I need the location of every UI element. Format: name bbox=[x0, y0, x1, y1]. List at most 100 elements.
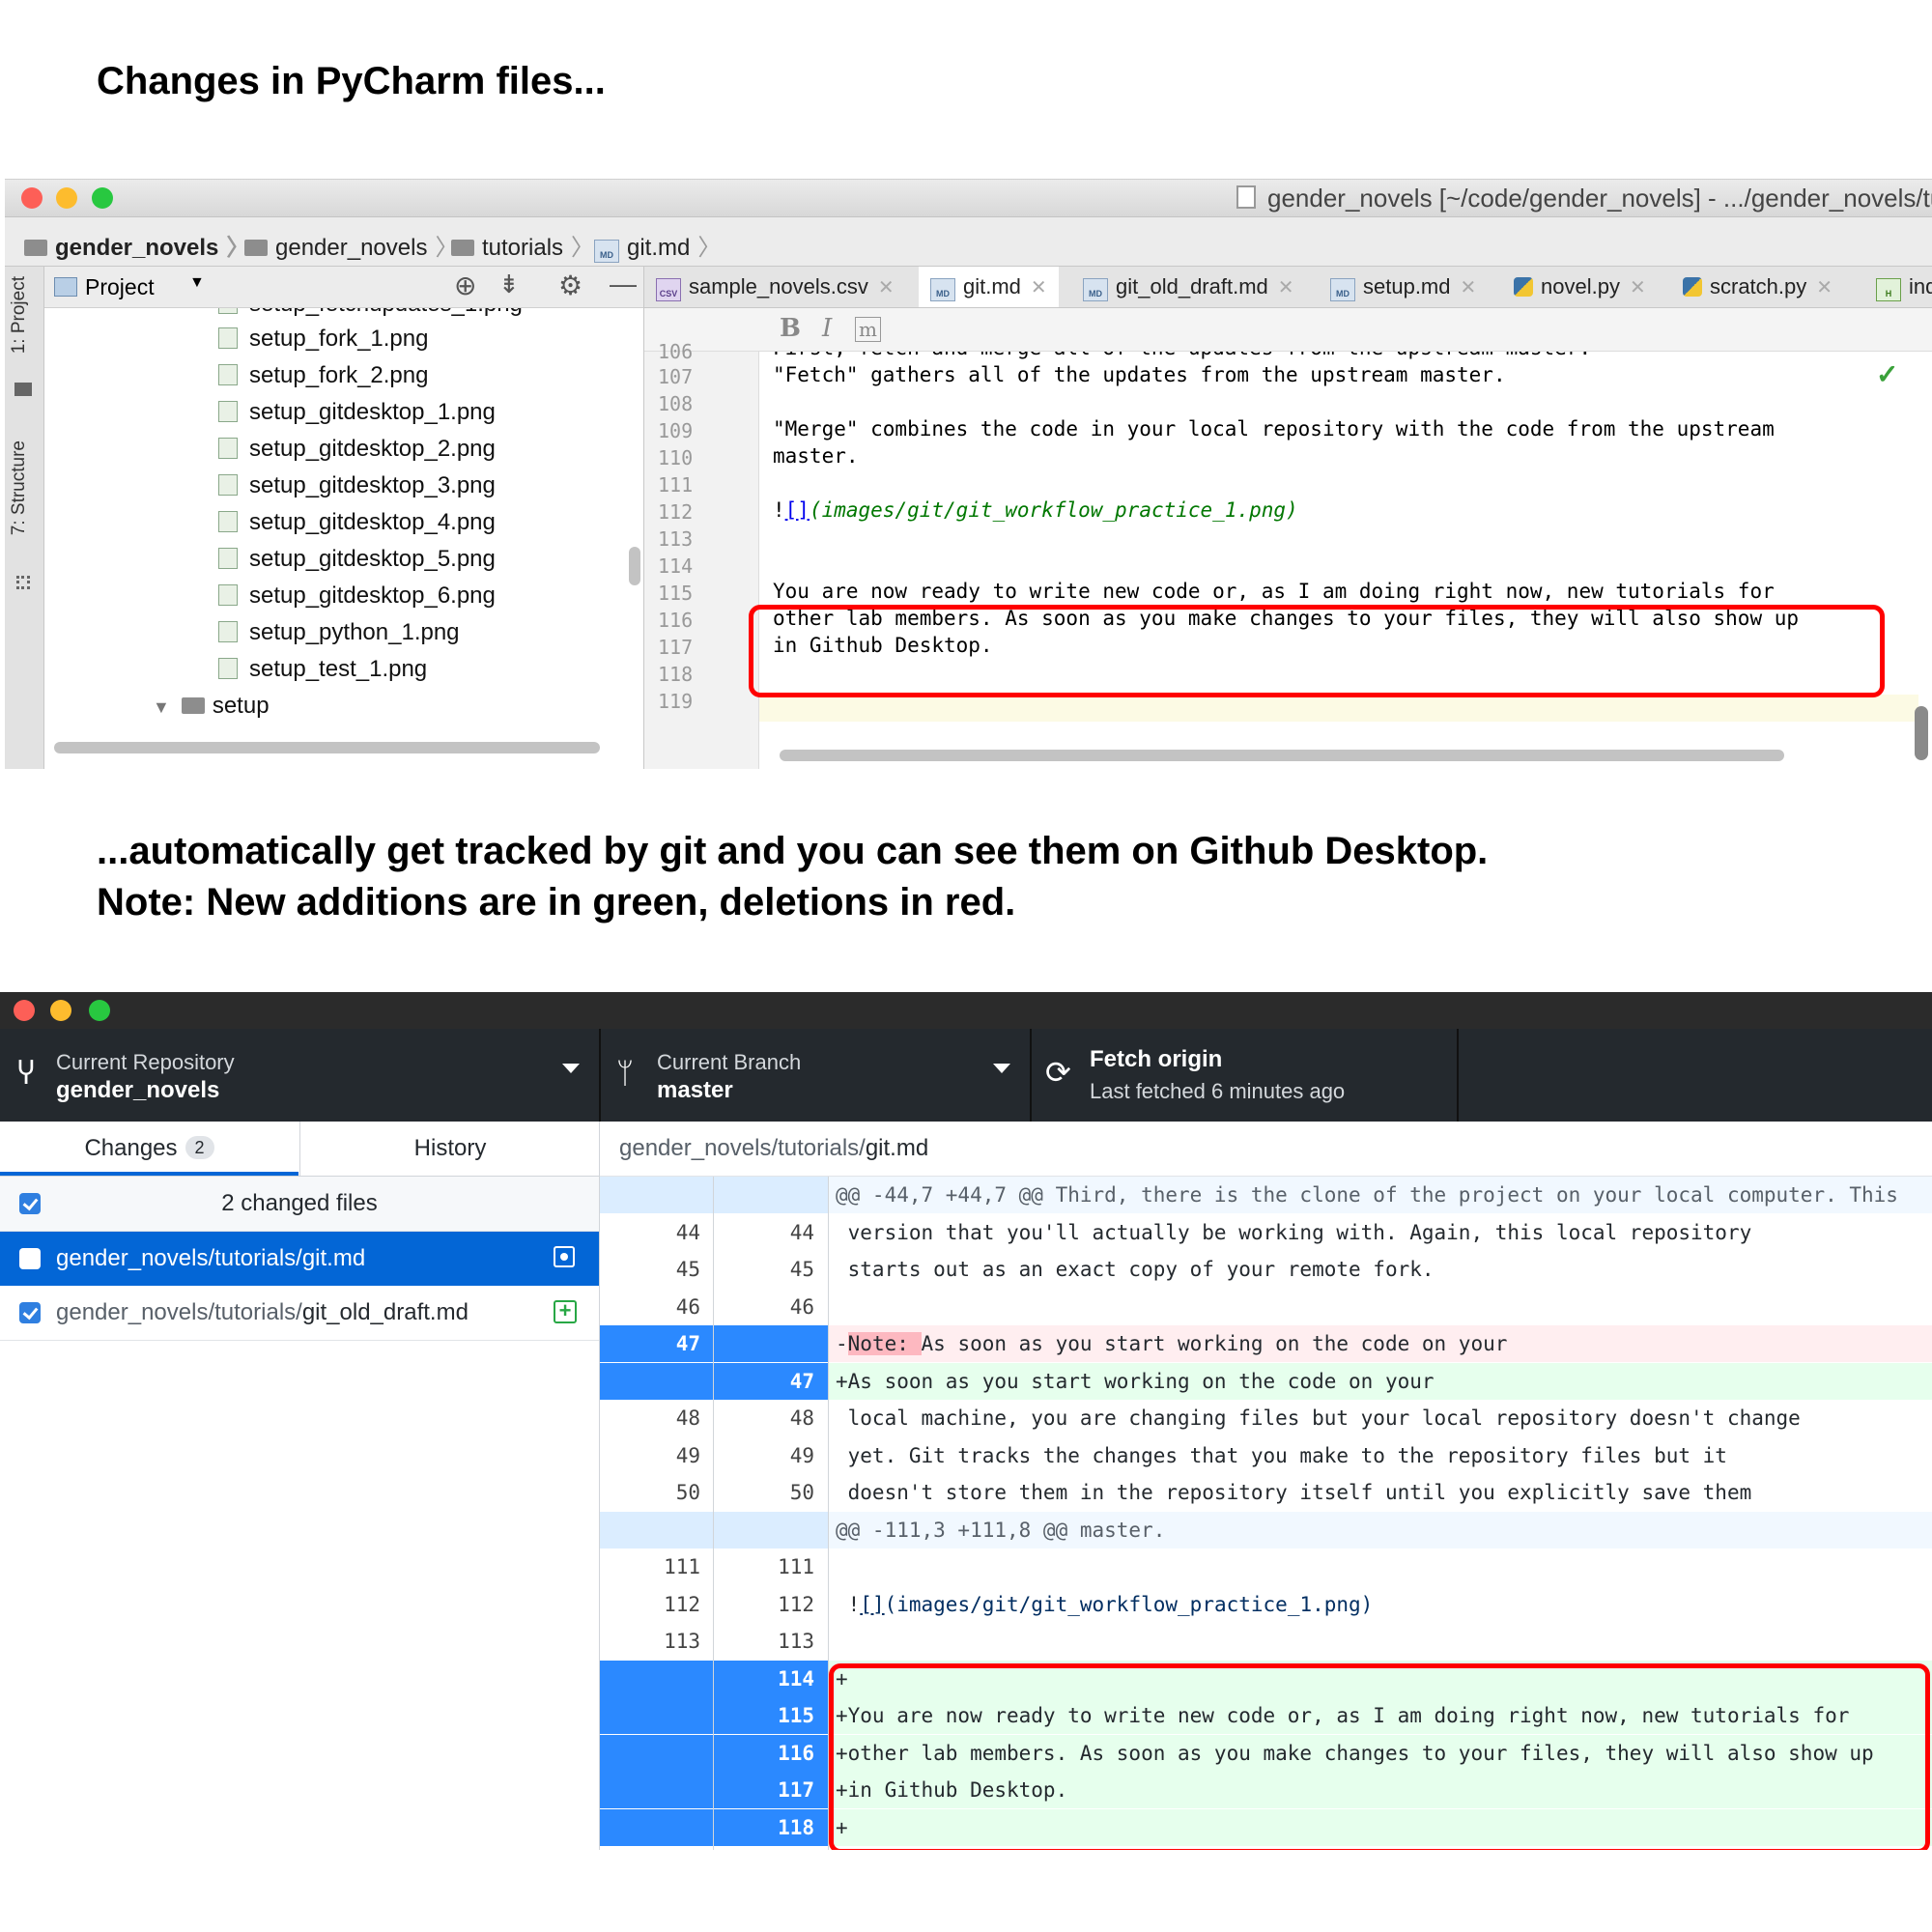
fetch-origin-button[interactable]: ⟳ Fetch origin Last fetched 6 minutes ag… bbox=[1032, 1029, 1459, 1122]
current-repository-button[interactable]: Ⴤ Current Repository gender_novels bbox=[0, 1029, 601, 1122]
old-line-number[interactable] bbox=[600, 1808, 714, 1846]
editor-vertical-scrollbar[interactable] bbox=[1915, 706, 1928, 760]
collapse-all-icon[interactable]: ⇟ bbox=[498, 270, 520, 299]
image-file-icon bbox=[218, 308, 238, 314]
list-item[interactable]: gender_novels/tutorials/git_old_draft.md… bbox=[0, 1286, 599, 1341]
tab-changes[interactable]: Changes 2 bbox=[0, 1122, 298, 1176]
tree-file-item[interactable]: setup_fork_2.png bbox=[218, 362, 428, 389]
tab-git-old-draft-md[interactable]: MD git_old_draft.md ✕ bbox=[1083, 267, 1294, 307]
old-line-number[interactable] bbox=[600, 1772, 714, 1808]
zoom-window-button[interactable] bbox=[89, 1000, 110, 1021]
close-window-button[interactable] bbox=[14, 1000, 35, 1021]
close-tab-icon[interactable]: ✕ bbox=[1031, 277, 1047, 298]
minimize-window-button[interactable] bbox=[50, 1000, 71, 1021]
new-line-number[interactable]: 115 bbox=[714, 1697, 828, 1734]
line-number: 114 bbox=[658, 554, 694, 578]
breadcrumb-item-root[interactable]: gender_novels 〉 bbox=[24, 228, 249, 262]
file-include-checkbox[interactable] bbox=[19, 1302, 41, 1323]
close-window-button[interactable] bbox=[21, 187, 43, 209]
tree-file-item[interactable]: setup_gitdesktop_6.png bbox=[218, 582, 496, 610]
diff-line-text: starts out as an exact copy of your remo… bbox=[836, 1258, 1435, 1281]
file-path: gender_novels/tutorials/git_old_draft.md bbox=[56, 1299, 469, 1326]
breadcrumb-item-tutorials[interactable]: tutorials 〉 bbox=[451, 228, 594, 262]
new-line-number: 45 bbox=[714, 1251, 828, 1288]
old-line-number[interactable] bbox=[600, 1660, 714, 1697]
tab-git-md[interactable]: MD git.md ✕ bbox=[919, 267, 1059, 307]
close-tab-icon[interactable]: ✕ bbox=[878, 277, 895, 298]
new-line-number[interactable] bbox=[714, 1325, 828, 1362]
line-number-gutter: 106 107 108 109 110 111 112 113 114 115 … bbox=[644, 340, 759, 769]
tab-sample-novels-csv[interactable]: CSV sample_novels.csv ✕ bbox=[656, 267, 895, 307]
current-branch-button[interactable]: ᛘ Current Branch master bbox=[601, 1029, 1032, 1122]
tree-file-item[interactable]: setup_fetchupdates_1.png bbox=[218, 308, 523, 318]
tree-file-item[interactable]: setup_gitdesktop_3.png bbox=[218, 472, 496, 499]
project-view-selector[interactable]: Project bbox=[85, 274, 155, 300]
tree-file-item[interactable]: setup_gitdesktop_1.png bbox=[218, 399, 496, 426]
bold-button[interactable]: B bbox=[780, 314, 801, 343]
project-panel: Project ▼ ⊕ ⇟ ⚙ — setup_fetchupdates_1.p… bbox=[44, 267, 644, 769]
code-area[interactable]: First, fetch and merge all of the update… bbox=[759, 352, 1918, 769]
file-include-checkbox[interactable] bbox=[19, 1248, 41, 1269]
tab-history[interactable]: History bbox=[299, 1122, 600, 1176]
tab-history-label: History bbox=[413, 1135, 487, 1161]
project-panel-header: Project ▼ ⊕ ⇟ ⚙ — bbox=[44, 267, 643, 308]
structure-tool-tab[interactable]: 7: Structure bbox=[9, 440, 30, 535]
minimize-window-button[interactable] bbox=[56, 187, 77, 209]
diff-line-context: 44 44 version that you'll actually be wor… bbox=[600, 1213, 1932, 1251]
tree-file-item[interactable]: setup_gitdesktop_2.png bbox=[218, 436, 496, 463]
image-file-icon bbox=[218, 438, 238, 459]
image-link-brackets[interactable]: [] bbox=[785, 498, 810, 522]
gear-icon[interactable]: ⚙ bbox=[558, 270, 582, 301]
tab-setup-md[interactable]: MD setup.md ✕ bbox=[1330, 267, 1476, 307]
old-line-number[interactable] bbox=[600, 1697, 714, 1734]
close-tab-icon[interactable]: ✕ bbox=[1630, 277, 1646, 298]
file-dir: gender_novels/tutorials/ bbox=[56, 1245, 302, 1271]
new-line-number[interactable]: 114 bbox=[714, 1660, 828, 1697]
zoom-window-button[interactable] bbox=[92, 187, 113, 209]
diff-line-hunk: @@ -44,7 +44,7 @@ Third, there is the cl… bbox=[600, 1177, 1932, 1213]
list-item[interactable]: gender_novels/tutorials/git.md bbox=[0, 1232, 599, 1286]
tab-label: sample_novels.csv bbox=[689, 274, 868, 298]
locate-icon[interactable]: ⊕ bbox=[454, 270, 476, 301]
changes-count-badge: 2 bbox=[185, 1136, 214, 1159]
select-all-row: 2 changed files bbox=[0, 1177, 599, 1232]
removed-text-highlight: Note: bbox=[847, 1332, 922, 1355]
tab-ind[interactable]: Hind bbox=[1876, 267, 1932, 307]
project-tool-tab[interactable]: 1: Project bbox=[9, 276, 30, 354]
tree-file-label: setup_gitdesktop_3.png bbox=[249, 472, 496, 498]
old-line-number[interactable]: 47 bbox=[600, 1325, 714, 1362]
fetch-status: Last fetched 6 minutes ago bbox=[1090, 1079, 1346, 1103]
close-tab-icon[interactable]: ✕ bbox=[1461, 277, 1477, 298]
hide-panel-icon[interactable]: — bbox=[610, 269, 637, 299]
new-line-number[interactable]: 118 bbox=[714, 1808, 828, 1846]
breadcrumb-label: git.md bbox=[627, 235, 691, 261]
tree-file-item[interactable]: setup_gitdesktop_4.png bbox=[218, 509, 496, 536]
tree-file-item[interactable]: setup_test_1.png bbox=[218, 656, 427, 683]
new-line-number[interactable]: 116 bbox=[714, 1734, 828, 1772]
tab-scratch-py[interactable]: scratch.py ✕ bbox=[1683, 267, 1833, 307]
tree-file-item[interactable]: setup_gitdesktop_5.png bbox=[218, 546, 496, 573]
tree-file-item[interactable]: setup_python_1.png bbox=[218, 619, 460, 646]
new-line-number[interactable]: 117 bbox=[714, 1772, 828, 1808]
close-tab-icon[interactable]: ✕ bbox=[1816, 277, 1833, 298]
python-file-icon bbox=[1683, 277, 1702, 297]
tree-file-label: setup_fetchupdates_1.png bbox=[249, 308, 523, 317]
tree-file-item[interactable]: setup_fork_1.png bbox=[218, 326, 428, 353]
code-button[interactable]: m bbox=[855, 317, 881, 342]
italic-button[interactable]: I bbox=[822, 314, 832, 343]
new-line-number[interactable]: 47 bbox=[714, 1362, 828, 1400]
old-line-number[interactable] bbox=[600, 1734, 714, 1772]
tree-horizontal-scrollbar[interactable] bbox=[54, 742, 600, 753]
tree-scrollbar[interactable] bbox=[629, 547, 640, 585]
old-line-number[interactable] bbox=[600, 1362, 714, 1400]
breadcrumb-item-file[interactable]: MD git.md 〉 bbox=[594, 228, 721, 263]
tab-novel-py[interactable]: novel.py ✕ bbox=[1514, 267, 1646, 307]
editor-horizontal-scrollbar[interactable] bbox=[780, 750, 1784, 761]
markdown-file-icon: MD bbox=[594, 240, 619, 263]
chevron-down-icon[interactable]: ▼ bbox=[189, 274, 205, 292]
tree-folder-item[interactable]: ▼ setup bbox=[153, 693, 270, 720]
close-tab-icon[interactable]: ✕ bbox=[1278, 277, 1294, 298]
diff-path-dir: gender_novels/tutorials/ bbox=[619, 1135, 866, 1161]
breadcrumb-item-package[interactable]: gender_novels 〉 bbox=[244, 228, 458, 262]
document-icon bbox=[1236, 185, 1256, 209]
